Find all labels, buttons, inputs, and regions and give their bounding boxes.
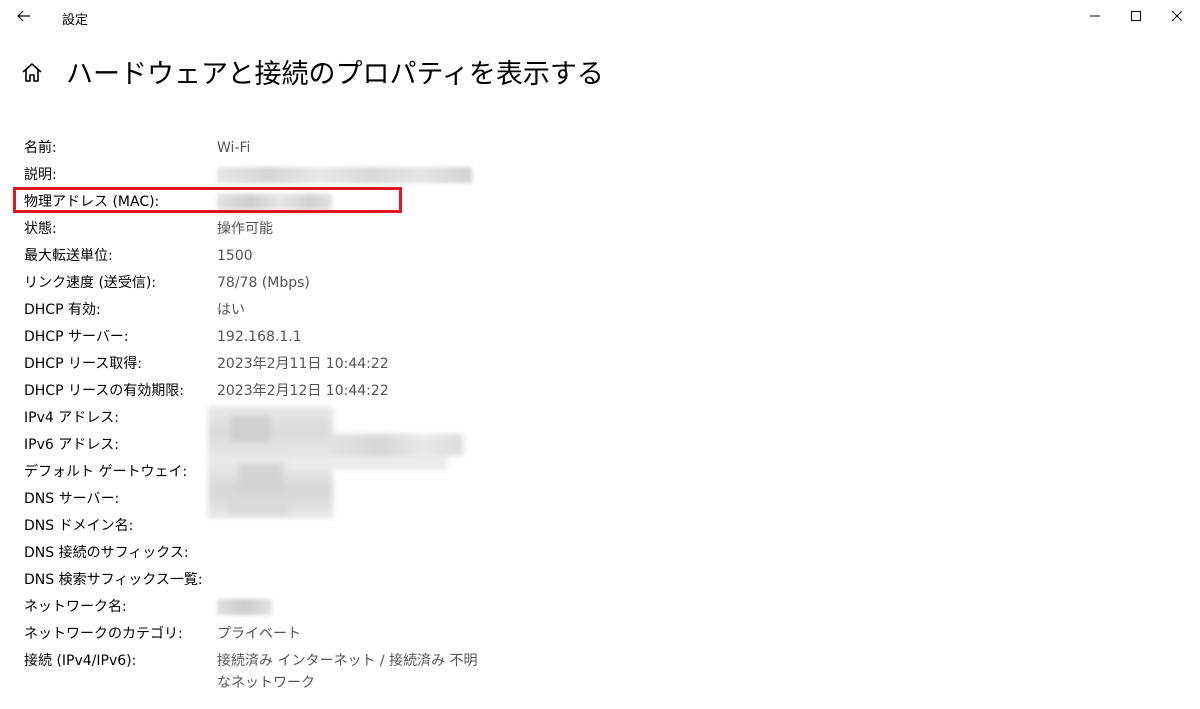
redacted-value [217, 162, 472, 189]
property-value[interactable]: はい [217, 297, 245, 324]
maximize-icon [1131, 11, 1141, 21]
property-label: 接続 (IPv4/IPv6): [24, 653, 137, 669]
mac-address-highlight [13, 187, 402, 213]
property-value[interactable]: 78/78 (Mbps) [217, 270, 310, 297]
property-label: 名前: [24, 140, 57, 156]
property-value[interactable]: 2023年2月12日 10:44:22 [217, 378, 389, 405]
close-icon [1172, 11, 1182, 21]
property-row: 接続 (IPv4/IPv6): 接続済み インターネット / 接続済み 不明なネ… [24, 648, 544, 696]
property-label: デフォルト ゲートウェイ: [24, 464, 188, 480]
maximize-button[interactable] [1113, 0, 1159, 32]
property-label: DNS ドメイン名: [24, 518, 134, 534]
property-row: 説明: [24, 162, 544, 189]
property-label: 最大転送単位: [24, 248, 113, 264]
redacted-value [217, 594, 272, 621]
property-value[interactable]: 192.168.1.1 [217, 324, 302, 351]
title-bar: 設定 [0, 0, 1200, 34]
back-arrow-icon [17, 10, 30, 22]
property-label: DHCP リース取得: [24, 356, 142, 372]
property-label: 説明: [24, 167, 57, 183]
property-label: 状態: [24, 221, 57, 237]
property-row: 最大転送単位: 1500 [24, 243, 544, 270]
property-row: 状態: 操作可能 [24, 216, 544, 243]
property-row: DHCP サーバー: 192.168.1.1 [24, 324, 544, 351]
minimize-button[interactable] [1072, 0, 1118, 32]
property-label: DHCP 有効: [24, 302, 101, 318]
property-label: IPv6 アドレス: [24, 437, 119, 453]
home-button[interactable] [20, 61, 44, 85]
property-label: リンク速度 (送受信): [24, 275, 157, 291]
home-icon [22, 63, 42, 82]
property-row: ネットワークのカテゴリ: プライベート [24, 621, 544, 648]
property-row: DNS 接続のサフィックス: [24, 540, 544, 567]
property-row: DNS 検索サフィックス一覧: [24, 567, 544, 594]
property-label: ネットワークのカテゴリ: [24, 626, 183, 642]
close-button[interactable] [1154, 0, 1200, 32]
property-label: DNS サーバー: [24, 491, 120, 507]
property-label: DHCP リースの有効期限: [24, 383, 184, 399]
page-title: ハードウェアと接続のプロパティを表示する [66, 59, 604, 90]
property-row: ネットワーク名: [24, 594, 544, 621]
property-row: DHCP リース取得: 2023年2月11日 10:44:22 [24, 351, 544, 378]
property-label: IPv4 アドレス: [24, 410, 119, 426]
back-button[interactable] [8, 2, 40, 30]
property-value[interactable]: Wi-Fi [217, 135, 250, 162]
property-value[interactable]: 操作可能 [217, 216, 273, 243]
property-value[interactable]: プライベート [217, 621, 301, 648]
window-title: 設定 [62, 13, 89, 28]
property-label: DNS 接続のサフィックス: [24, 545, 189, 561]
property-row: DHCP 有効: はい [24, 297, 544, 324]
property-row: リンク速度 (送受信): 78/78 (Mbps) [24, 270, 544, 297]
property-label: DNS 検索サフィックス一覧: [24, 572, 203, 588]
property-row: DHCP リースの有効期限: 2023年2月12日 10:44:22 [24, 378, 544, 405]
property-row: 名前: Wi-Fi [24, 135, 544, 162]
redacted-network-values [208, 406, 463, 518]
property-label: ネットワーク名: [24, 599, 127, 615]
property-value[interactable]: 接続済み インターネット / 接続済み 不明なネットワーク [217, 650, 487, 694]
minimize-icon [1090, 15, 1100, 17]
property-value[interactable]: 1500 [217, 243, 253, 270]
property-label: DHCP サーバー: [24, 329, 129, 345]
property-value[interactable]: 2023年2月11日 10:44:22 [217, 351, 389, 378]
